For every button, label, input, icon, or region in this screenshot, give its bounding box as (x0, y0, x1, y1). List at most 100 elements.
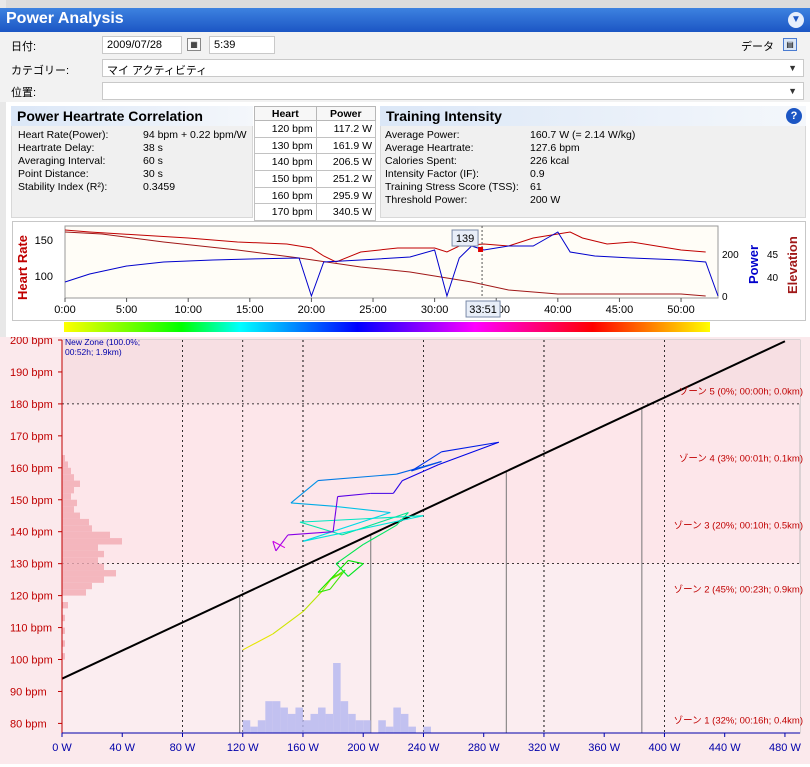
time-tick-label: 20:00 (298, 304, 326, 316)
time-tick-label: 30:00 (421, 304, 449, 316)
collapse-icon[interactable]: ▼ (788, 12, 804, 28)
intensity-value: 160.7 W (= 2.14 W/kg) (530, 129, 636, 141)
intensity-label: Threshold Power: (385, 194, 468, 206)
power-histogram-bar (242, 720, 251, 733)
y-tick-label: 140 bpm (10, 527, 53, 539)
calendar-icon[interactable]: ▦ (187, 38, 201, 51)
x-tick-label: 440 W (709, 742, 741, 754)
hr-tick-label: 100 (35, 271, 53, 283)
time-field[interactable]: 5:39 (209, 36, 275, 54)
date-field[interactable]: 2009/07/28 (102, 36, 182, 54)
table-row: 140 bpm 206.5 W (254, 153, 377, 172)
power-histogram-bar (265, 701, 273, 733)
category-select[interactable]: マイ アクティビティ ▼ (102, 59, 804, 77)
elevation-tick-label: 40 (767, 273, 779, 284)
hr-histogram-bar (62, 518, 89, 526)
activity-form: 日付: 2009/07/28 ▦ 5:39 データ ▤ カテゴリー: マイ アク… (0, 32, 810, 102)
hr-histogram-bar (62, 493, 71, 500)
power-cell: 161.9 W (315, 136, 377, 155)
y-tick-label: 100 bpm (10, 655, 53, 667)
data-label: データ (741, 41, 774, 53)
correlation-title: Power Heartrate Correlation (11, 106, 253, 126)
power-histogram-bar (400, 713, 409, 733)
correlation-chart[interactable]: 200 bpm 190 bpm 180 bpm 170 bpm 160 bpm 150 b… (0, 335, 810, 764)
intensity-label: Intensity Factor (IF): (385, 168, 479, 180)
title-bar: Power Analysis ▼ (0, 8, 810, 32)
hr-histogram-bar (62, 582, 92, 590)
power-histogram-bar (393, 707, 401, 733)
table-row: 170 bpm 340.5 W (254, 203, 377, 222)
heart-cell: 160 bpm (254, 186, 317, 205)
hr-histogram-bar (62, 602, 68, 609)
y-tick-label: 150 bpm (10, 495, 53, 507)
x-tick-label: 80 W (170, 742, 196, 754)
category-label: カテゴリー: (11, 65, 70, 77)
intensity-label: Average Heartrate: (385, 142, 474, 154)
page-title: Power Analysis (6, 10, 124, 27)
y-tick-label: 200 bpm (10, 337, 53, 347)
location-select[interactable]: ▼ (102, 82, 804, 100)
hr-histogram-bar (62, 486, 74, 494)
correlation-label: Heartrate Delay: (18, 142, 95, 154)
x-tick-label: 240 W (408, 742, 440, 754)
y-tick-label: 90 bpm (10, 686, 47, 698)
y-tick-label: 170 bpm (10, 431, 53, 443)
heart-cell: 140 bpm (254, 153, 317, 172)
x-tick-label: 200 W (347, 742, 379, 754)
heart-cell: 170 bpm (254, 203, 317, 222)
table-row: 120 bpm 117.2 W (254, 120, 377, 138)
hr-histogram-bar (62, 570, 116, 577)
power-histogram-bar (318, 707, 326, 733)
x-tick-label: 0 W (52, 742, 72, 754)
time-tick-label: 10:00 (174, 304, 202, 316)
hr-histogram-bar (62, 576, 104, 583)
cursor-time-value: 33:51 (469, 304, 497, 316)
correlation-value: 38 s (143, 142, 163, 154)
help-icon[interactable]: ? (786, 108, 802, 124)
x-tick-label: 360 W (588, 742, 620, 754)
power-histogram-bar (408, 726, 416, 733)
intensity-value: 127.6 bpm (530, 142, 580, 154)
correlation-label: Averaging Interval: (18, 155, 106, 167)
timeline-svg[interactable]: 150 100 Heart Rate 200 0 Power 45 40 Elevation 0:… (13, 222, 807, 322)
intensity-title: Training Intensity (380, 106, 806, 126)
power-histogram-bar (340, 701, 349, 733)
table-row: 160 bpm 295.9 W (254, 186, 377, 205)
hr-histogram-bar (62, 538, 122, 545)
hr-power-table: Heart Power 120 bpm 117.2 W 130 bpm 161.9 W… (254, 106, 377, 222)
elevation-tick-label: 45 (767, 250, 779, 261)
elevation-axis-label: Elevation (785, 236, 800, 294)
hr-histogram-bar (62, 557, 98, 564)
power-histogram-bar (355, 720, 364, 733)
hr-histogram-bar (62, 525, 92, 532)
x-tick-label: 400 W (649, 742, 681, 754)
y-tick-label: 110 bpm (10, 623, 52, 635)
x-tick-label: 320 W (528, 742, 560, 754)
zone-label: ゾーン 3 (20%; 00:10h; 0.5km) (674, 521, 803, 532)
intensity-value: 226 kcal (530, 155, 570, 167)
power-histogram-bar (287, 713, 296, 733)
chevron-down-icon[interactable]: ▼ (788, 63, 797, 73)
power-cell: 340.5 W (315, 203, 377, 222)
time-tick-label: 25:00 (359, 304, 387, 316)
power-histogram-bar (348, 713, 356, 733)
power-histogram-bar (257, 720, 266, 733)
power-cell: 295.9 W (315, 186, 377, 205)
heart-cell: 120 bpm (254, 120, 317, 138)
intensity-label: Training Stress Score (TSS): (385, 181, 519, 193)
power-axis-label: Power (746, 245, 761, 284)
correlation-value: 94 bpm + 0.22 bpm/W (143, 129, 247, 141)
time-tick-label: 40:00 (544, 304, 572, 316)
power-histogram-bar (302, 720, 311, 733)
power-histogram-bar (272, 701, 281, 733)
x-tick-label: 120 W (227, 742, 259, 754)
correlation-value: 30 s (143, 168, 163, 180)
x-tick-label: 160 W (287, 742, 319, 754)
timeline-chart[interactable]: 150 100 Heart Rate 200 0 Power 45 40 Elevation 0:… (12, 221, 806, 321)
chevron-down-icon[interactable]: ▼ (788, 86, 797, 96)
data-menu-icon[interactable]: ▤ (783, 38, 797, 51)
power-histogram-bar (250, 726, 258, 733)
y-tick-label: 190 bpm (10, 367, 53, 379)
table-header-power: Power (315, 106, 377, 121)
correlation-svg[interactable]: 200 bpm 190 bpm 180 bpm 170 bpm 160 bpm 150 b… (0, 335, 810, 764)
